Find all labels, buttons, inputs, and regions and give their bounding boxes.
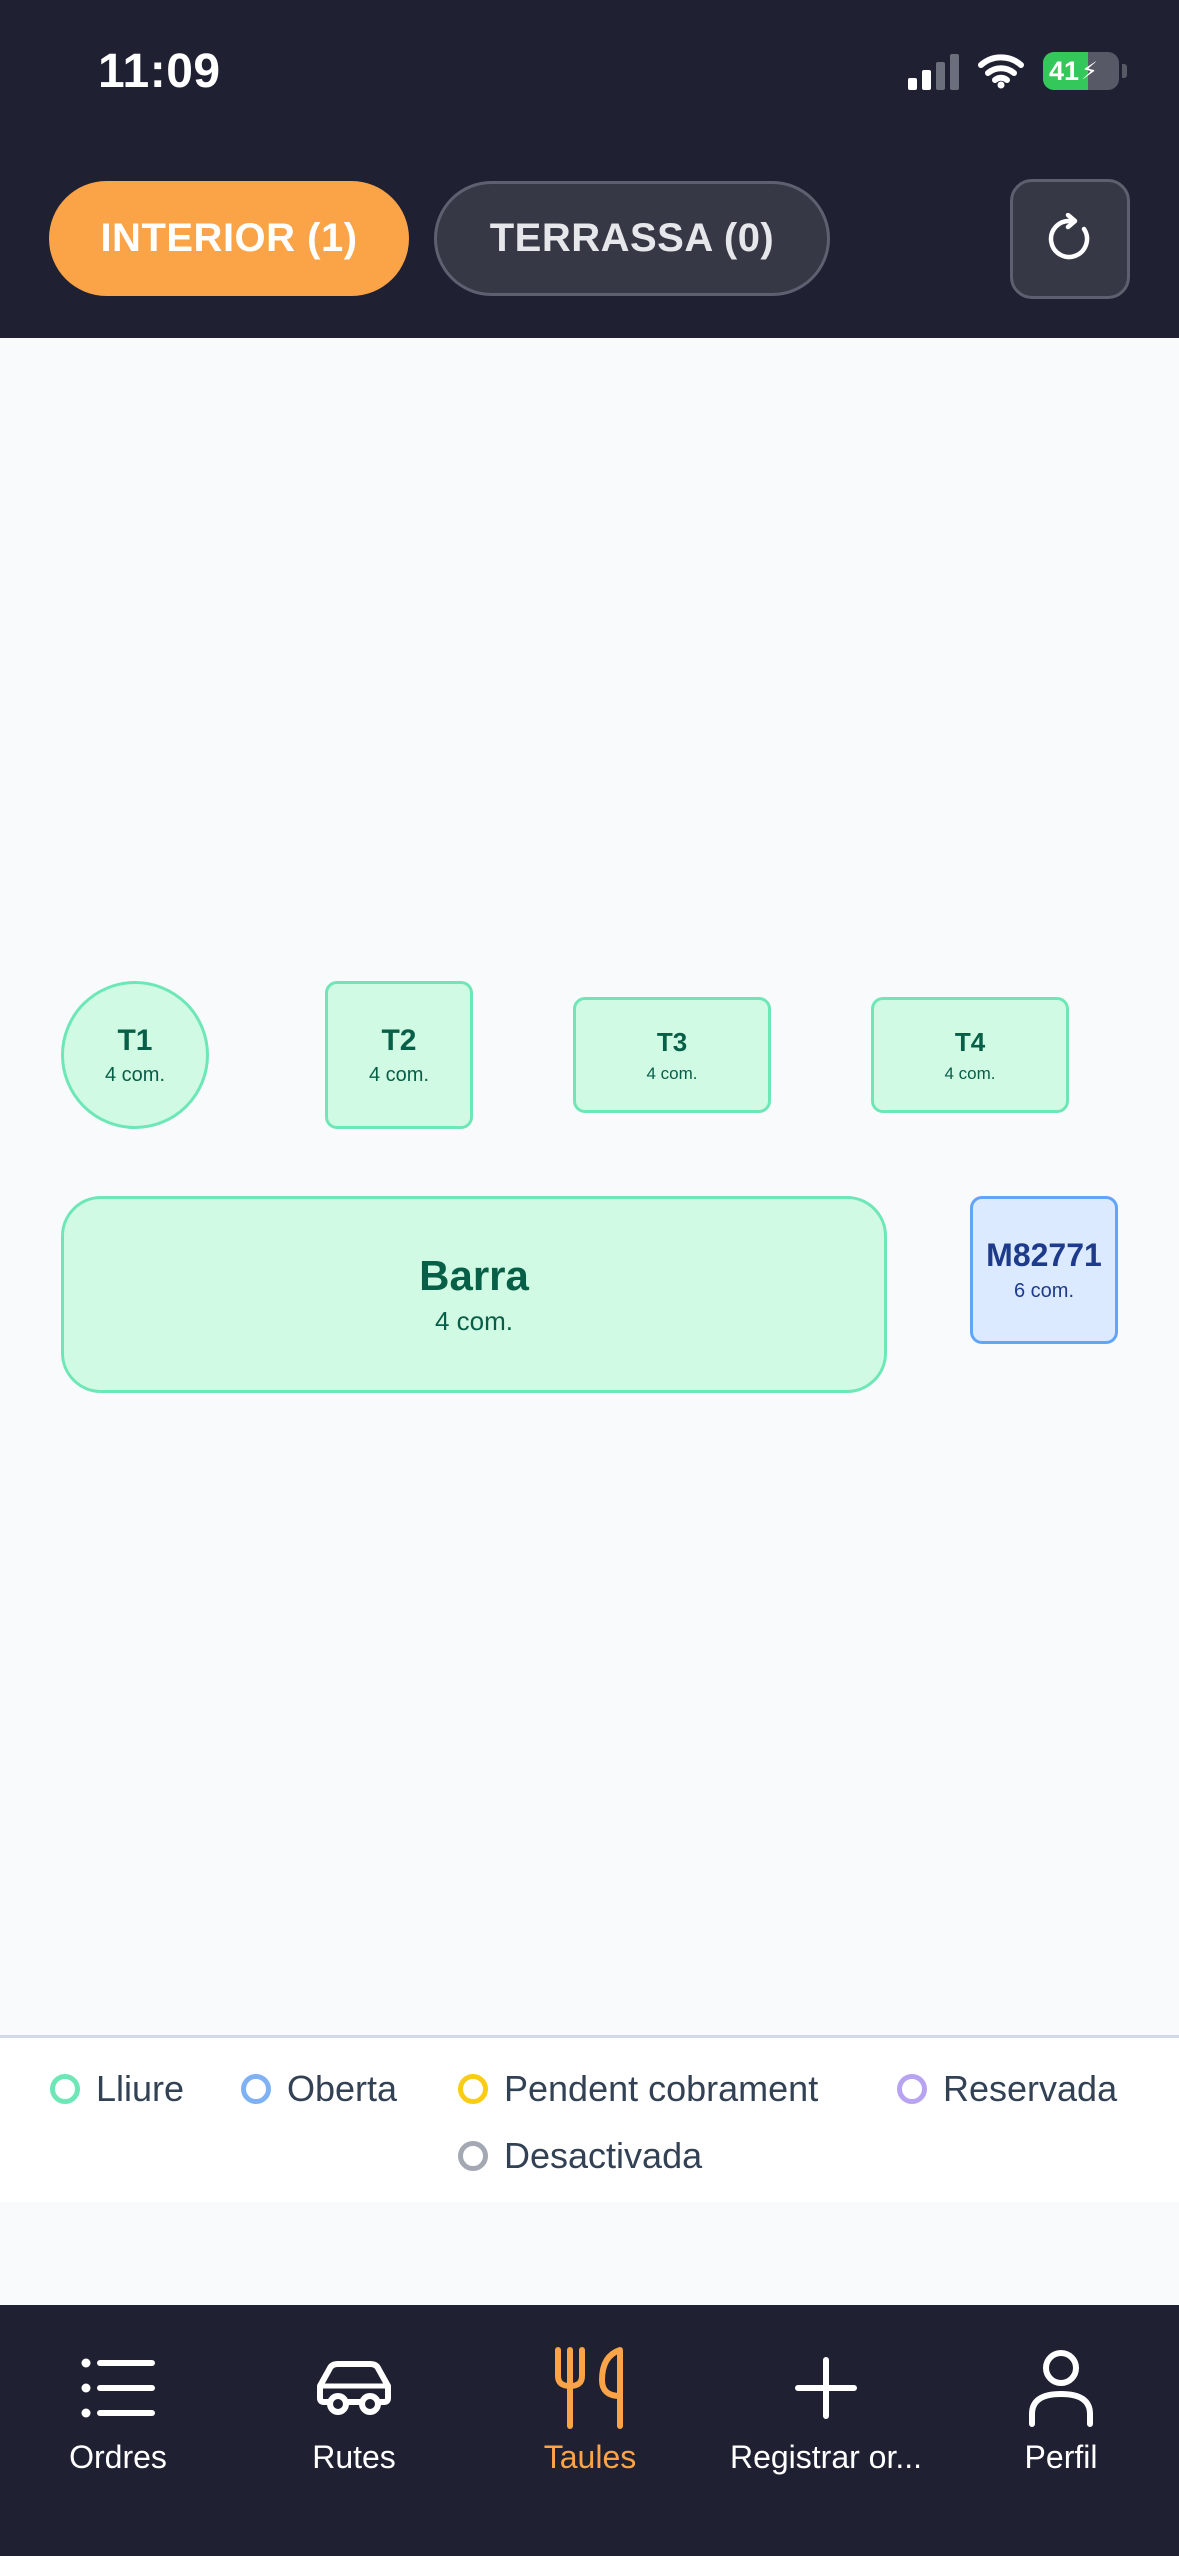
refresh-button[interactable] — [1010, 179, 1130, 299]
table-m82771[interactable]: M82771 6 com. — [970, 1196, 1118, 1344]
table-t2[interactable]: T2 4 com. — [325, 981, 473, 1129]
table-name: M82771 — [986, 1237, 1102, 1273]
table-name: T3 — [656, 1026, 688, 1057]
zone-tab-interior[interactable]: INTERIOR (1) — [49, 181, 409, 296]
legend-label: Oberta — [287, 2068, 398, 2109]
floor-plan: T1 4 com. T2 4 com. T3 4 com. T4 4 com. … — [0, 338, 1179, 2038]
zone-tab-terrassa[interactable]: TERRASSA (0) — [434, 181, 830, 296]
legend-item-lliure: Lliure — [50, 2068, 184, 2110]
nav-label: Perfil — [1024, 2439, 1098, 2475]
table-seats: 6 com. — [1013, 1280, 1075, 1302]
user-icon — [1026, 2345, 1096, 2431]
table-seats: 4 com. — [646, 1063, 698, 1083]
nav-taules[interactable]: Taules — [472, 2345, 708, 2476]
table-t1[interactable]: T1 4 com. — [61, 981, 209, 1129]
legend-label: Lliure — [96, 2068, 185, 2109]
status-legend: Lliure Oberta Pendent cobrament Reservad… — [0, 2035, 1179, 2202]
app-header: 11:09 41 ⚡ INTERIOR (1) TERRASSA (0) — [0, 0, 1179, 338]
legend-dot — [50, 2074, 80, 2104]
nav-perfil[interactable]: Perfil — [943, 2345, 1179, 2476]
table-seats: 4 com. — [104, 1063, 166, 1086]
table-name: T1 — [117, 1023, 153, 1057]
car-icon — [312, 2345, 396, 2431]
battery-icon: 41 ⚡ — [1043, 52, 1119, 90]
table-name: T2 — [381, 1023, 417, 1057]
table-t4[interactable]: T4 4 com. — [871, 997, 1069, 1113]
legend-item-pendent-cobrament: Pendent cobrament — [458, 2068, 818, 2110]
legend-dot — [458, 2074, 488, 2104]
nav-label: Taules — [543, 2439, 637, 2475]
refresh-icon — [1048, 213, 1090, 260]
table-name: Barra — [419, 1252, 529, 1299]
list-icon — [78, 2345, 158, 2431]
table-t3[interactable]: T3 4 com. — [573, 997, 771, 1113]
nav-registrar-ordre[interactable]: Registrar or... — [708, 2345, 944, 2476]
nav-ordres[interactable]: Ordres — [0, 2345, 236, 2476]
table-seats: 4 com. — [368, 1063, 430, 1086]
legend-item-oberta: Oberta — [241, 2068, 397, 2110]
legend-label: Reservada — [943, 2068, 1118, 2109]
plus-icon — [794, 2345, 858, 2431]
table-seats: 4 com. — [434, 1306, 514, 1336]
cellular-signal-icon — [908, 52, 959, 90]
bottom-tab-bar: Ordres Rutes Taules Registrar or... Perf… — [0, 2305, 1179, 2556]
wifi-icon — [978, 54, 1024, 89]
table-barra[interactable]: Barra 4 com. — [61, 1196, 887, 1393]
battery-percent: 41 — [1049, 55, 1080, 86]
legend-dot — [241, 2074, 271, 2104]
legend-label: Pendent cobrament — [504, 2068, 819, 2109]
nav-rutes[interactable]: Rutes — [236, 2345, 472, 2476]
legend-dot — [897, 2074, 927, 2104]
status-icons: 41 ⚡ — [908, 52, 1127, 90]
nav-label: Registrar or... — [729, 2439, 923, 2475]
legend-label: Desactivada — [504, 2135, 703, 2176]
legend-dot — [458, 2141, 488, 2171]
status-time: 11:09 — [98, 45, 221, 98]
nav-label: Ordres — [69, 2439, 167, 2475]
table-seats: 4 com. — [944, 1063, 996, 1083]
fork-knife-icon — [550, 2345, 630, 2431]
charging-bolt-icon: ⚡ — [1081, 57, 1098, 85]
legend-item-desactivada: Desactivada — [458, 2135, 702, 2177]
nav-label: Rutes — [312, 2439, 396, 2475]
table-name: T4 — [954, 1026, 986, 1057]
legend-item-reservada: Reservada — [897, 2068, 1117, 2110]
